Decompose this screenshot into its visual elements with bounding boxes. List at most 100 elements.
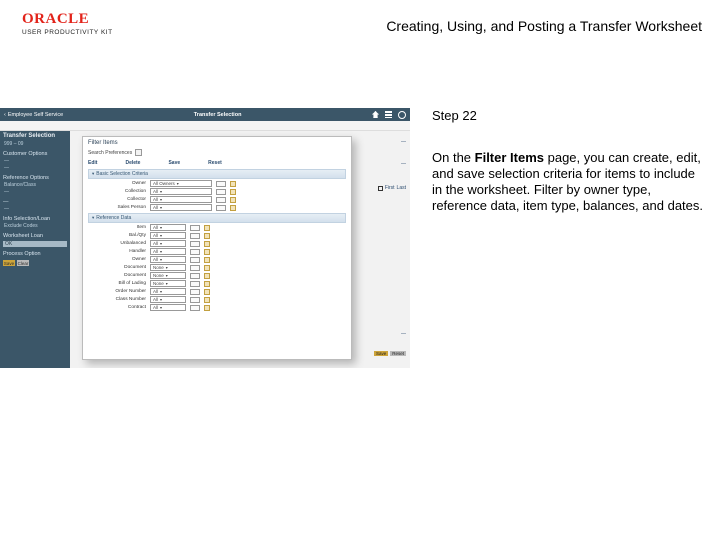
dropdown[interactable]: All▾ [150, 248, 186, 255]
lookup-icon[interactable] [190, 249, 200, 255]
instruction-panel: Step 22 On the Filter Items page, you ca… [432, 108, 704, 368]
globe-icon[interactable] [398, 111, 406, 119]
lookup-icon[interactable] [216, 205, 226, 211]
edit-link[interactable]: Edit [88, 160, 97, 166]
search-icon[interactable] [204, 249, 210, 255]
lookup-icon[interactable] [216, 197, 226, 203]
sidebar-section[interactable]: Process Option [3, 251, 67, 257]
lookup-icon[interactable] [190, 241, 200, 247]
sidebar-item[interactable]: — [3, 158, 67, 164]
dropdown[interactable]: None▾ [150, 264, 186, 271]
form-row: ContractAll▾ [88, 303, 346, 311]
instr-bold: Filter Items [475, 150, 544, 165]
search-icon[interactable] [230, 205, 236, 211]
form-row: Bill of LadingNone▾ [88, 279, 346, 287]
dropdown[interactable]: All▾ [150, 204, 212, 211]
checkbox-icon[interactable] [378, 186, 383, 191]
sidebar-item[interactable]: Balance/Class [3, 182, 67, 188]
sidebar-section[interactable]: Info Selection/Loan [3, 216, 67, 222]
sidebar-item[interactable]: — [3, 165, 67, 171]
search-icon[interactable] [204, 281, 210, 287]
search-row: Search Preferences [88, 149, 346, 156]
bg-save-button[interactable]: Save [374, 351, 388, 356]
lookup-icon[interactable] [216, 189, 226, 195]
lookup-icon[interactable] [190, 281, 200, 287]
dropdown[interactable]: All▾ [150, 196, 212, 203]
save-link[interactable]: Save [168, 160, 180, 166]
search-icon[interactable] [204, 273, 210, 279]
search-icon[interactable] [204, 297, 210, 303]
lookup-icon[interactable] [190, 289, 200, 295]
search-icon[interactable] [204, 305, 210, 311]
app-titlebar: ‹ Employee Self Service Transfer Selecti… [0, 108, 410, 121]
search-icon[interactable] [204, 225, 210, 231]
sidebar-item[interactable]: — [3, 206, 67, 212]
lookup-icon[interactable] [190, 233, 200, 239]
dropdown[interactable]: All▾ [150, 296, 186, 303]
search-icon[interactable] [135, 149, 142, 156]
search-icon[interactable] [230, 197, 236, 203]
sidebar-section[interactable]: Customer Options [3, 151, 67, 157]
sidebar-item[interactable]: — [3, 189, 67, 195]
brand-name: ORACLE [22, 11, 89, 27]
lookup-icon[interactable] [190, 273, 200, 279]
sidebar-item[interactable]: Exclude Codes [3, 223, 67, 229]
search-icon[interactable] [204, 233, 210, 239]
section-header[interactable]: ▾ Reference Data [88, 213, 346, 223]
collapse-icon[interactable]: ▾ [92, 215, 94, 221]
dropdown[interactable]: All▾ [150, 288, 186, 295]
lookup-icon[interactable] [190, 305, 200, 311]
dropdown[interactable]: All▾ [150, 304, 186, 311]
form-row: HandlerAll▾ [88, 247, 346, 255]
delete-link[interactable]: Delete [125, 160, 140, 166]
sidebar-save-button[interactable]: Save [3, 260, 15, 266]
dropdown[interactable]: All▾ [150, 240, 186, 247]
brand-logo: ORACLE USER PRODUCTIVITY KIT [22, 10, 113, 36]
search-icon[interactable] [204, 289, 210, 295]
sidebar-clear-button[interactable]: Clear [17, 260, 29, 266]
form-row: Bal./QtyAll▾ [88, 231, 346, 239]
menu-icon[interactable] [385, 111, 392, 118]
field-label: Order Number [94, 289, 146, 294]
lookup-icon[interactable] [190, 297, 200, 303]
search-icon[interactable] [230, 189, 236, 195]
form-row: CollectionAll▾ [88, 187, 346, 195]
dropdown[interactable]: All▾ [150, 188, 212, 195]
dropdown[interactable]: All▾ [150, 232, 186, 239]
sidebar-section[interactable]: Reference Options [3, 175, 67, 181]
collapse-icon[interactable]: ▾ [92, 171, 94, 177]
lookup-icon[interactable] [190, 265, 200, 271]
reset-link[interactable]: Reset [208, 160, 222, 166]
bg-link[interactable]: — [401, 331, 406, 337]
lookup-icon[interactable] [190, 225, 200, 231]
section-header[interactable]: ▾ Basic Selection Criteria [88, 169, 346, 179]
dropdown[interactable]: None▾ [150, 272, 186, 279]
dropdown[interactable]: All Owners▾ [150, 180, 212, 187]
app-subheader [0, 121, 410, 131]
sidebar-section[interactable]: — [3, 199, 67, 205]
app-title-left: Employee Self Service [8, 112, 63, 118]
home-icon[interactable] [372, 111, 379, 118]
search-icon[interactable] [204, 241, 210, 247]
field-label: Owner [94, 257, 146, 262]
app-sidebar: Transfer Selection 999 – 09 Customer Opt… [0, 131, 70, 368]
bg-link[interactable]: — [401, 161, 406, 167]
bg-reset-button[interactable]: Reset [390, 351, 406, 356]
back-chevron-icon[interactable]: ‹ [4, 112, 6, 118]
search-icon[interactable] [230, 181, 236, 187]
first-link[interactable]: First [385, 185, 395, 191]
last-link[interactable]: Last [397, 185, 406, 191]
sidebar-section[interactable]: Worksheet Loan [3, 233, 67, 239]
dropdown[interactable]: All▾ [150, 224, 186, 231]
form-row: OwnerAll Owners▾ [88, 179, 346, 187]
dropdown[interactable]: None▾ [150, 280, 186, 287]
page-title: Creating, Using, and Posting a Transfer … [386, 18, 702, 34]
lookup-icon[interactable] [216, 181, 226, 187]
bg-pager: First Last [378, 185, 406, 191]
sidebar-chip[interactable]: OK [3, 241, 67, 247]
bg-link[interactable]: — [401, 139, 406, 145]
lookup-icon[interactable] [190, 257, 200, 263]
search-icon[interactable] [204, 265, 210, 271]
search-icon[interactable] [204, 257, 210, 263]
dropdown[interactable]: All▾ [150, 256, 186, 263]
